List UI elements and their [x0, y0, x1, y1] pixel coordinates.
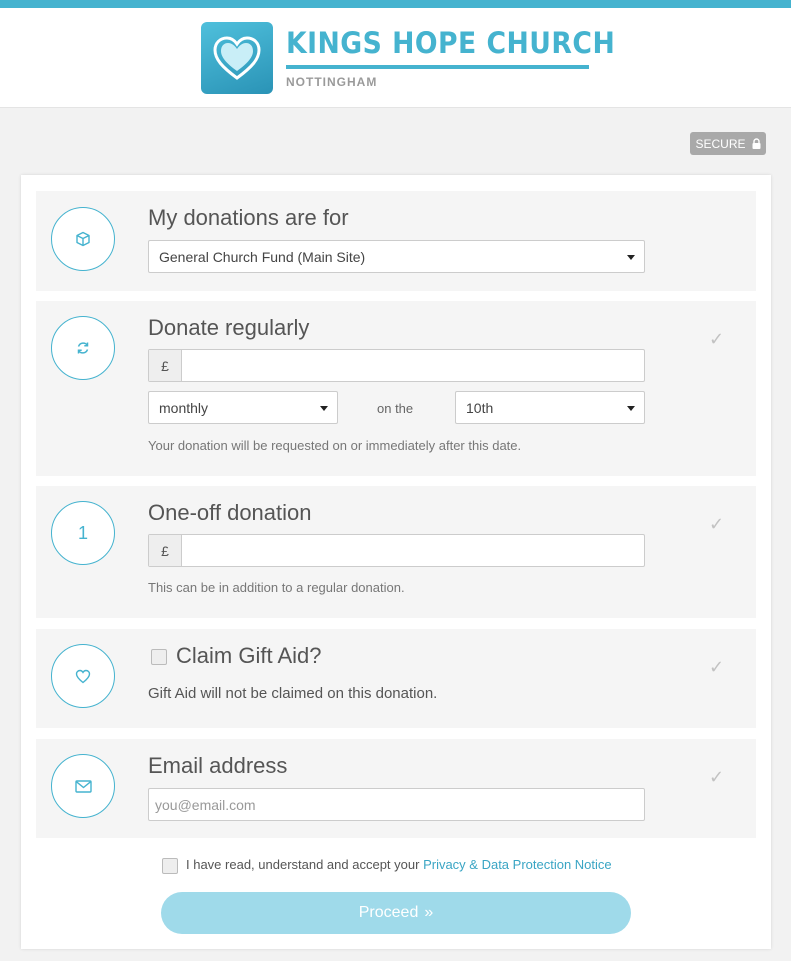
number-one-icon: 1 — [77, 522, 88, 543]
site-header: KINGS HOPE CHURCH NOTTINGHAM — [0, 8, 791, 108]
one-off-hint: This can be in addition to a regular don… — [148, 580, 405, 595]
one-off-amount-input[interactable] — [183, 535, 643, 566]
secure-badge: SECURE — [690, 132, 766, 155]
section-email: Email address ✓ — [36, 739, 756, 838]
heart-logo-icon — [213, 36, 261, 80]
one-off-title: One-off donation — [148, 500, 312, 525]
currency-prefix: £ — [149, 535, 182, 566]
chevron-down-icon — [627, 254, 635, 260]
checkmark-icon: ✓ — [709, 657, 725, 677]
one-off-amount-field: £ — [148, 534, 645, 567]
gift-aid-title: Claim Gift Aid? — [176, 643, 322, 668]
envelope-icon — [74, 779, 92, 793]
section-gift-aid: Claim Gift Aid? ✓ Gift Aid will not be c… — [36, 629, 756, 728]
proceed-label: Proceed — [358, 904, 419, 921]
gift-aid-checkbox[interactable] — [151, 649, 167, 665]
email-input[interactable] — [148, 788, 645, 821]
gift-aid-status: Gift Aid will not be claimed on this don… — [148, 685, 438, 702]
section-icon-circle — [51, 644, 115, 708]
box-icon — [76, 231, 90, 247]
checkmark-icon: ✓ — [709, 514, 725, 534]
regular-amount-field: £ — [148, 349, 645, 382]
brand-location: NOTTINGHAM — [286, 75, 378, 89]
day-select[interactable]: 10th — [455, 391, 645, 424]
frequency-value: monthly — [159, 399, 209, 416]
section-one-off: 1 One-off donation ✓ £ This can be in ad… — [36, 486, 756, 618]
proceed-button[interactable]: Proceed » — [161, 892, 631, 934]
lock-icon — [752, 138, 760, 149]
terms-prefix: I have read, understand and accept your — [186, 857, 420, 872]
currency-prefix: £ — [149, 350, 182, 381]
secure-label: SECURE — [695, 136, 746, 151]
refresh-icon — [77, 342, 89, 354]
brand-underline — [286, 65, 589, 69]
fund-select-value: General Church Fund (Main Site) — [159, 248, 366, 265]
on-the-label: on the — [377, 401, 414, 416]
regular-amount-input[interactable] — [183, 350, 643, 381]
terms-checkbox[interactable] — [162, 858, 178, 874]
frequency-select[interactable]: monthly — [148, 391, 338, 424]
church-logo — [201, 22, 273, 94]
donations-for-title: My donations are for — [148, 205, 349, 230]
terms-text: I have read, understand and accept your … — [186, 857, 612, 872]
section-icon-circle — [51, 207, 115, 271]
double-chevron-right-icon: » — [424, 904, 434, 921]
section-icon-circle: 1 — [51, 501, 115, 565]
chevron-down-icon — [320, 405, 328, 411]
fund-select[interactable]: General Church Fund (Main Site) — [148, 240, 645, 273]
section-donations-for: My donations are for General Church Fund… — [36, 191, 756, 291]
section-icon-circle — [51, 316, 115, 380]
privacy-notice-link[interactable]: Privacy & Data Protection Notice — [423, 857, 612, 872]
chevron-down-icon — [627, 405, 635, 411]
section-icon-circle — [51, 754, 115, 818]
top-accent-bar — [0, 0, 791, 8]
regular-hint: Your donation will be requested on or im… — [148, 438, 522, 453]
checkmark-icon: ✓ — [709, 329, 725, 349]
donate-regularly-title: Donate regularly — [148, 315, 310, 340]
checkmark-icon: ✓ — [709, 767, 725, 787]
email-title: Email address — [148, 753, 288, 778]
day-value: 10th — [466, 399, 494, 416]
heart-icon — [75, 669, 91, 683]
brand-name: KINGS HOPE CHURCH — [286, 26, 616, 60]
section-donate-regularly: Donate regularly ✓ £ monthly on the 10th… — [36, 301, 756, 476]
